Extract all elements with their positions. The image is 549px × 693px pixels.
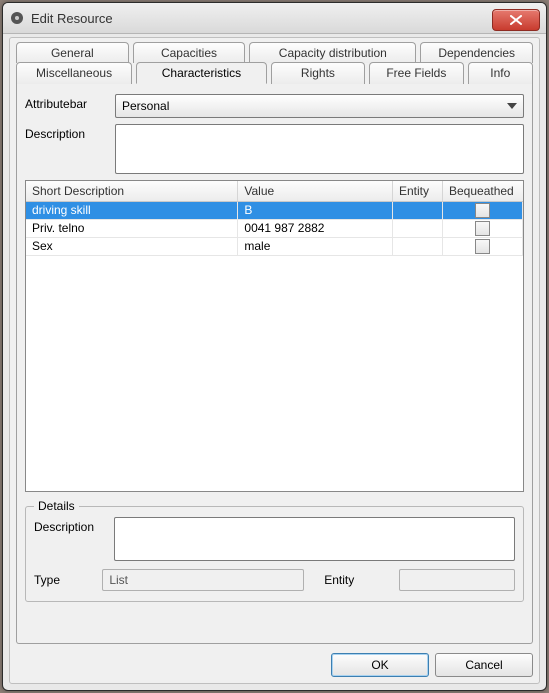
tab-miscellaneous[interactable]: Miscellaneous	[16, 62, 132, 84]
details-description-label: Description	[34, 517, 114, 534]
table-row[interactable]: Sex male	[26, 238, 523, 256]
ok-button[interactable]: OK	[331, 653, 429, 677]
tab-info[interactable]: Info	[468, 62, 533, 84]
col-short-description[interactable]: Short Description	[26, 181, 238, 201]
col-value[interactable]: Value	[238, 181, 393, 201]
bequeathed-checkbox[interactable]	[475, 239, 490, 254]
details-entity-field	[399, 569, 515, 591]
tab-dependencies[interactable]: Dependencies	[420, 42, 533, 63]
cell-value: 0041 987 2882	[238, 220, 393, 237]
details-group: Details Description Type List Entity	[25, 506, 524, 602]
details-type-field: List	[102, 569, 304, 591]
details-type-label: Type	[34, 573, 102, 587]
cell-desc: Sex	[26, 238, 238, 255]
cancel-button[interactable]: Cancel	[435, 653, 533, 677]
tab-rights[interactable]: Rights	[271, 62, 365, 84]
attributebar-value: Personal	[122, 99, 169, 113]
table-row[interactable]: driving skill B	[26, 202, 523, 220]
edit-resource-window: Edit Resource General Capacities Capacit…	[2, 2, 547, 691]
client-area: General Capacities Capacity distribution…	[9, 37, 540, 684]
table-header-row: Short Description Value Entity Bequeathe…	[26, 181, 523, 202]
window-title: Edit Resource	[31, 11, 492, 26]
cell-bequeathed	[443, 238, 523, 255]
dialog-button-bar: OK Cancel	[331, 653, 533, 677]
tab-capacity-distribution[interactable]: Capacity distribution	[249, 42, 416, 63]
chevron-down-icon	[507, 103, 517, 109]
details-legend: Details	[34, 499, 79, 513]
cell-bequeathed	[443, 202, 523, 219]
description-label: Description	[25, 124, 115, 141]
details-description-input[interactable]	[114, 517, 515, 561]
table-row[interactable]: Priv. telno 0041 987 2882	[26, 220, 523, 238]
cell-entity	[393, 202, 443, 219]
bequeathed-checkbox[interactable]	[475, 203, 490, 218]
col-bequeathed[interactable]: Bequeathed	[443, 181, 523, 201]
close-button[interactable]	[492, 9, 540, 31]
cell-bequeathed	[443, 220, 523, 237]
description-input[interactable]	[115, 124, 524, 174]
tab-body-characteristics: Attributebar Personal Description Short …	[16, 84, 533, 644]
attributebar-label: Attributebar	[25, 94, 115, 111]
tab-general[interactable]: General	[16, 42, 129, 63]
cell-value: B	[238, 202, 393, 219]
cell-value: male	[238, 238, 393, 255]
col-entity[interactable]: Entity	[393, 181, 443, 201]
attributebar-dropdown[interactable]: Personal	[115, 94, 524, 118]
tab-characteristics[interactable]: Characteristics	[136, 62, 267, 84]
cell-entity	[393, 220, 443, 237]
cell-desc: Priv. telno	[26, 220, 238, 237]
bequeathed-checkbox[interactable]	[475, 221, 490, 236]
details-entity-label: Entity	[324, 573, 392, 587]
app-icon	[9, 10, 25, 26]
tab-capacities[interactable]: Capacities	[133, 42, 246, 63]
cell-entity	[393, 238, 443, 255]
titlebar[interactable]: Edit Resource	[3, 3, 546, 34]
tab-strip: General Capacities Capacity distribution…	[10, 38, 539, 84]
characteristics-table: Short Description Value Entity Bequeathe…	[25, 180, 524, 492]
cell-desc: driving skill	[26, 202, 238, 219]
tab-free-fields[interactable]: Free Fields	[369, 62, 463, 84]
